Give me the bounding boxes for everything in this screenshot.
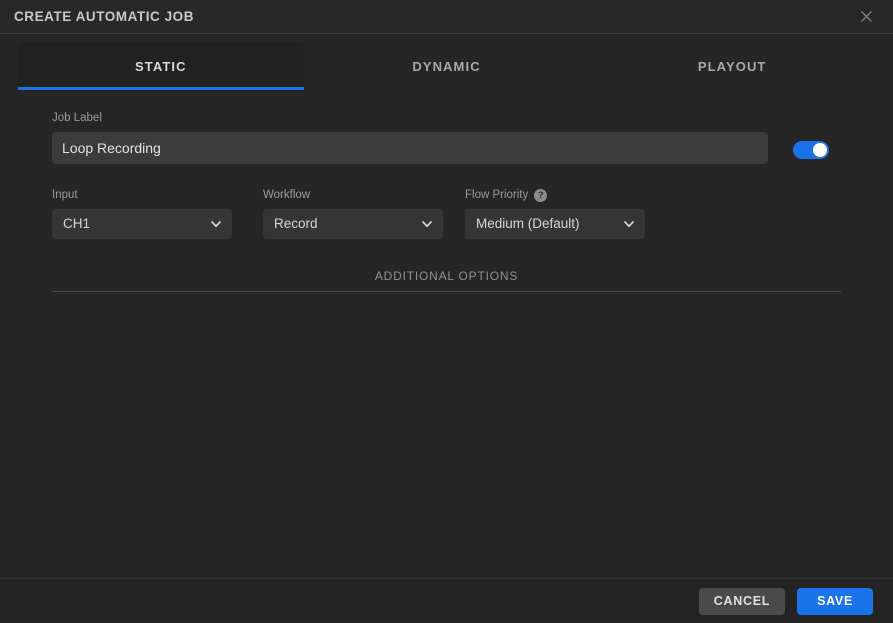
additional-options-divider xyxy=(52,290,841,292)
input-select-value: CH1 xyxy=(63,216,91,232)
input-select[interactable]: CH1 xyxy=(52,208,232,239)
tab-dynamic-label: DYNAMIC xyxy=(412,58,481,74)
job-label-row: Job Label xyxy=(52,112,841,164)
create-automatic-job-dialog: CREATE AUTOMATIC JOB STATIC DYNAMIC PLAY… xyxy=(0,0,893,623)
toggle-knob xyxy=(813,142,827,157)
tab-playout-label: PLAYOUT xyxy=(697,58,767,74)
tab-bar: STATIC DYNAMIC PLAYOUT xyxy=(0,34,893,90)
cancel-button[interactable]: CANCEL xyxy=(698,587,786,615)
input-group: Input CH1 xyxy=(52,189,232,239)
flow-priority-select-value: Medium (Default) xyxy=(476,216,580,232)
close-icon[interactable] xyxy=(853,4,879,30)
additional-options-label[interactable]: ADDITIONAL OPTIONS xyxy=(375,269,518,291)
job-label-group: Job Label xyxy=(52,112,768,164)
additional-options-section: ADDITIONAL OPTIONS xyxy=(52,267,841,292)
chevron-down-icon xyxy=(209,217,223,231)
job-enabled-toggle[interactable] xyxy=(793,140,829,159)
dialog-footer: CANCEL SAVE xyxy=(0,578,893,623)
workflow-select-value: Record xyxy=(274,216,318,232)
tab-dynamic[interactable]: DYNAMIC xyxy=(304,42,590,90)
dialog-header: CREATE AUTOMATIC JOB xyxy=(0,0,893,34)
workflow-caption: Workflow xyxy=(263,188,311,201)
tab-static-label: STATIC xyxy=(135,58,187,74)
job-label-caption: Job Label xyxy=(52,112,102,124)
help-icon[interactable]: ? xyxy=(534,189,548,203)
flow-priority-group: Flow Priority ? Medium (Default) xyxy=(465,189,645,239)
job-enabled-toggle-wrap xyxy=(793,140,829,164)
selects-row: Input CH1 Workflow Record Flow Priority … xyxy=(52,189,841,239)
workflow-group: Workflow Record xyxy=(263,189,443,239)
flow-priority-select[interactable]: Medium (Default) xyxy=(465,208,645,239)
chevron-down-icon xyxy=(622,217,636,231)
chevron-down-icon xyxy=(420,217,434,231)
tab-playout[interactable]: PLAYOUT xyxy=(589,42,875,90)
form-area: Job Label Input CH1 xyxy=(0,90,893,578)
tab-static[interactable]: STATIC xyxy=(18,42,304,90)
input-caption: Input xyxy=(52,188,78,201)
flow-priority-caption: Flow Priority ? xyxy=(465,189,645,203)
save-button[interactable]: SAVE xyxy=(797,587,873,615)
workflow-select[interactable]: Record xyxy=(263,208,443,239)
dialog-title: CREATE AUTOMATIC JOB xyxy=(14,8,195,24)
job-label-input[interactable] xyxy=(52,131,768,164)
flow-priority-caption-text: Flow Priority xyxy=(465,188,529,201)
